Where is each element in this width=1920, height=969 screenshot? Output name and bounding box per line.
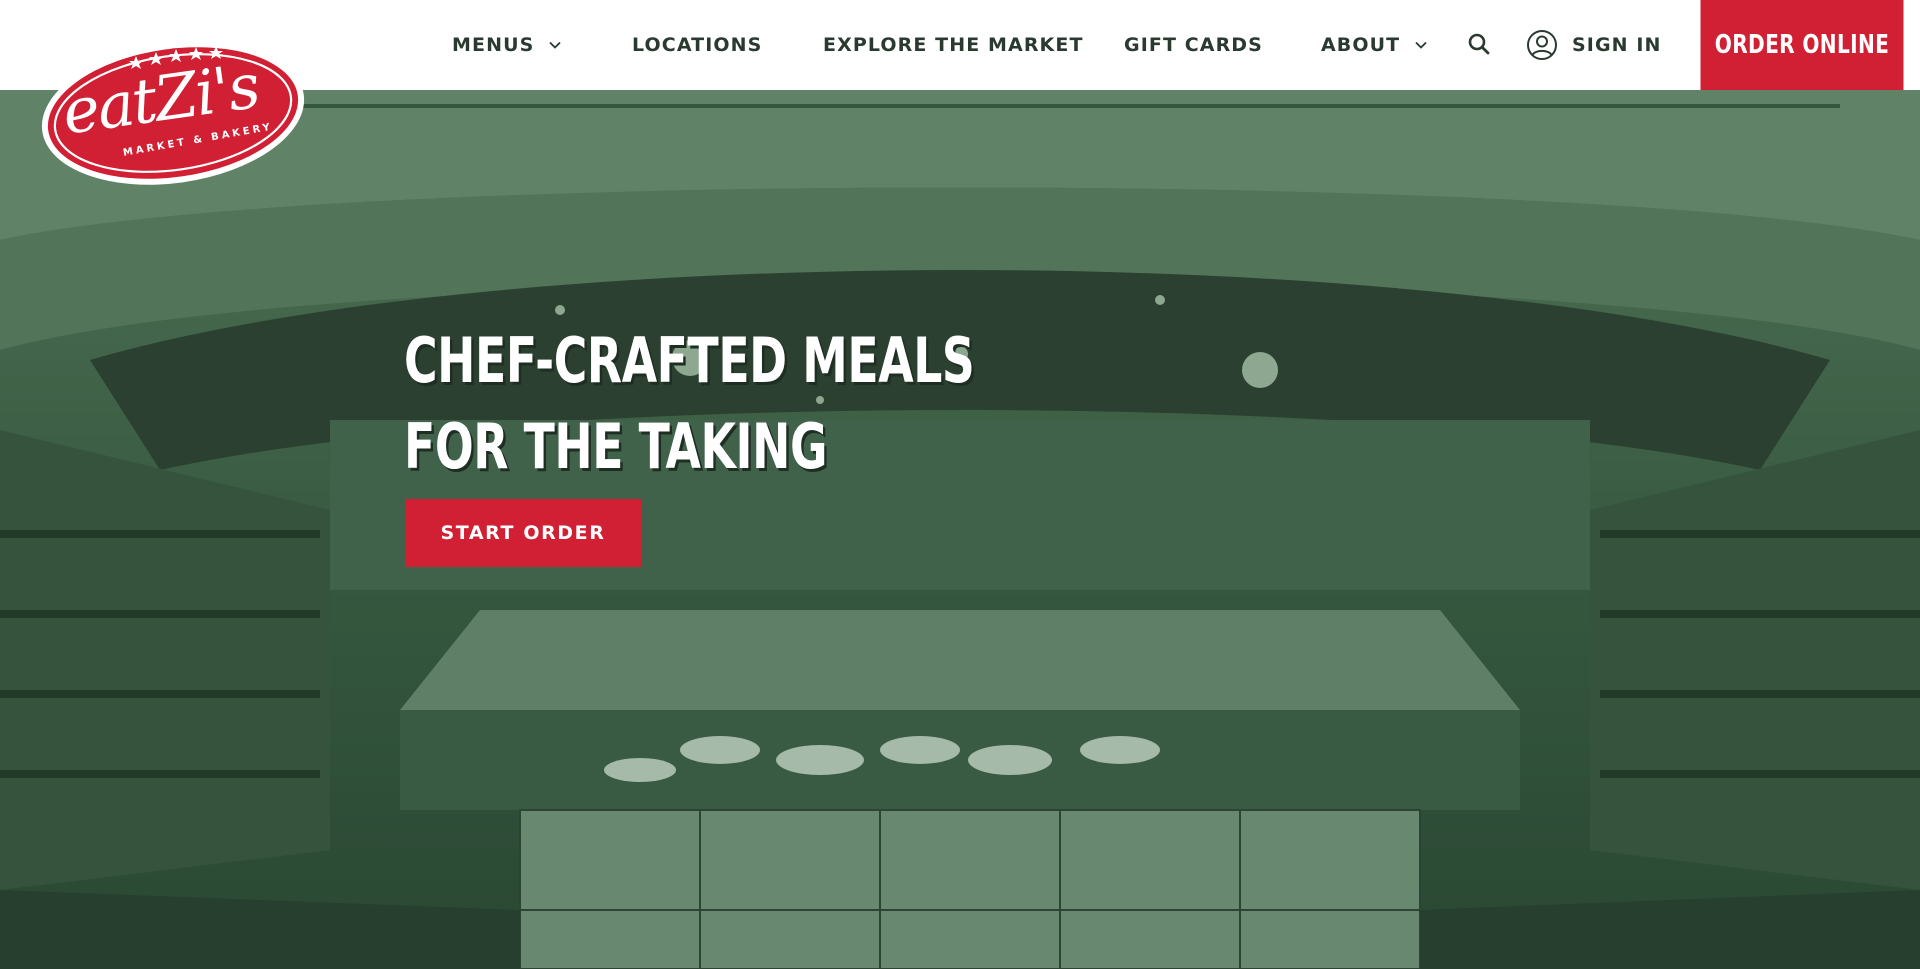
hero-headline-line2: FOR THE TAKING [404, 410, 828, 483]
sign-in-link[interactable]: SIGN IN [1526, 0, 1662, 90]
nav-locations[interactable]: LOCATIONS [632, 0, 762, 90]
nav-about[interactable]: ABOUT [1321, 0, 1428, 90]
nav-explore-label: EXPLORE THE MARKET [823, 34, 1084, 56]
chevron-down-icon [1414, 38, 1428, 52]
search-icon[interactable] [1466, 31, 1492, 57]
hero-tint-overlay [0, 90, 1920, 969]
sign-in-label: SIGN IN [1572, 34, 1662, 56]
nav-giftcards-label: GIFT CARDS [1124, 34, 1263, 56]
nav-menus[interactable]: MENUS [452, 0, 562, 90]
nav-locations-label: LOCATIONS [632, 34, 763, 56]
nav-explore-the-market[interactable]: EXPLORE THE MARKET [823, 0, 1084, 90]
hero-banner [0, 90, 1920, 969]
nav-menus-label: MENUS [452, 34, 535, 56]
nav-gift-cards[interactable]: GIFT CARDS [1124, 0, 1263, 90]
user-circle-icon [1526, 29, 1558, 61]
order-online-label: ORDER ONLINE [1714, 30, 1890, 60]
start-order-button[interactable]: START ORDER [405, 499, 641, 567]
chevron-down-icon [548, 38, 562, 52]
nav-about-label: ABOUT [1321, 34, 1401, 56]
eatzis-logo[interactable]: eatZi's MARKET & BAKERY [38, 38, 308, 188]
hero-headline-line1: CHEF-CRAFTED MEALS [404, 324, 975, 397]
hero-headline: CHEF-CRAFTED MEALS FOR THE TAKING [404, 318, 978, 490]
order-online-button[interactable]: ORDER ONLINE [1700, 0, 1904, 90]
